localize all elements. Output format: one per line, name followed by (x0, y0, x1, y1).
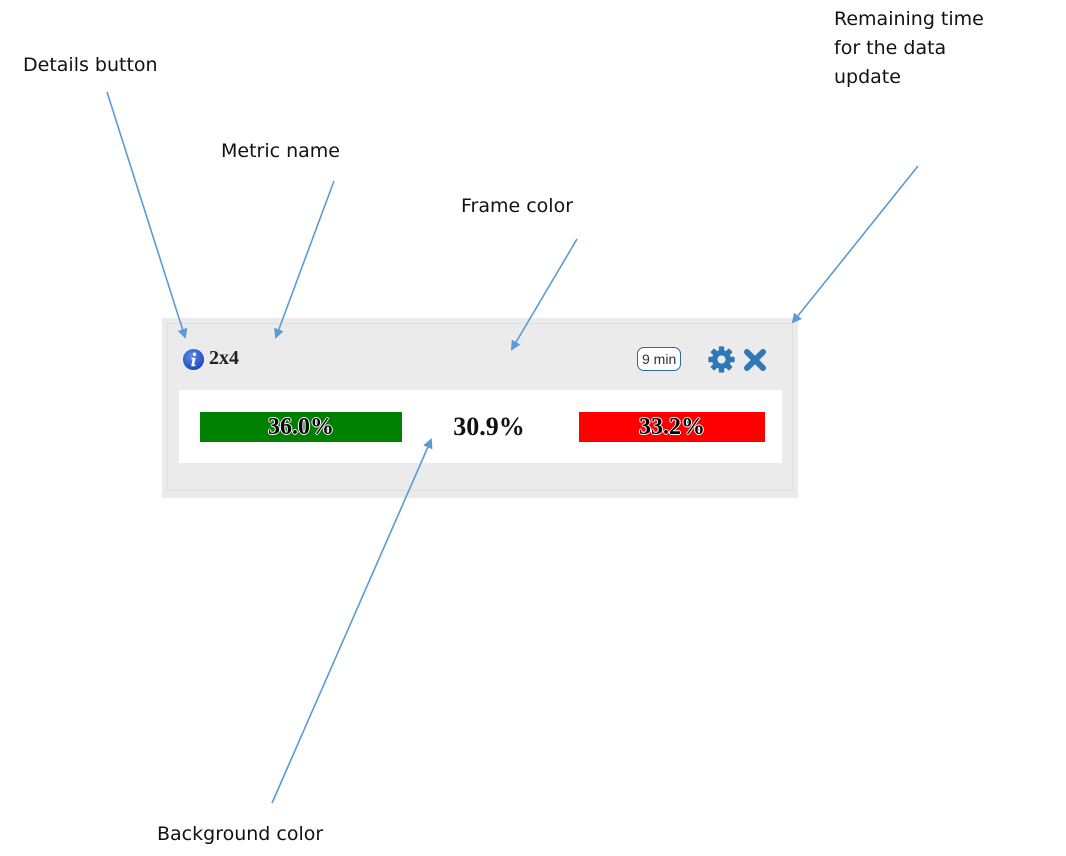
info-icon[interactable] (182, 348, 205, 371)
arrow-remaining-time (791, 165, 919, 324)
arrow-details-button (106, 91, 188, 339)
annotation-remaining-time-line-2: for the data (834, 37, 947, 59)
arrow-metric-name (274, 180, 335, 339)
value-bar-left: 36.0% (200, 412, 402, 442)
remaining-time-badge: 9 min (637, 347, 682, 371)
annotation-remaining-time-line-3: update (834, 66, 901, 88)
value-center: 30.9% (453, 412, 525, 441)
annotation-details-button: Details button (23, 54, 158, 76)
value-bar-right: 33.2% (579, 412, 765, 442)
annotation-metric-name: Metric name (221, 140, 340, 162)
metric-name: 2x4 (209, 347, 239, 369)
annotation-background-color: Background color (157, 823, 324, 845)
close-icon[interactable] (742, 347, 768, 373)
annotation-frame-color: Frame color (461, 195, 574, 217)
annotation-remaining-time: Remaining time for the data update (834, 5, 984, 92)
gear-icon[interactable] (707, 345, 736, 374)
metric-widget: 2x4 9 min 36.0% 30.9% 33.2% (162, 318, 798, 498)
value-panel: 36.0% 30.9% 33.2% (179, 390, 782, 463)
annotation-remaining-time-line-1: Remaining time (834, 8, 984, 30)
